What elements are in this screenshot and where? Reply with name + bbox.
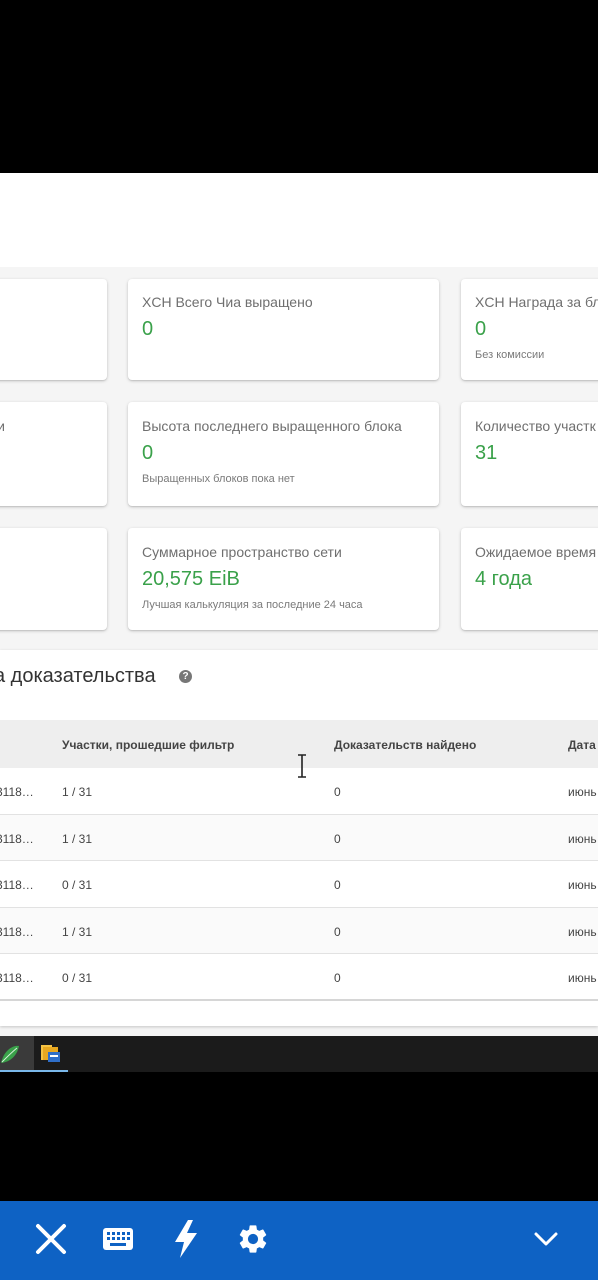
stat-card-partial: и	[0, 402, 107, 506]
table-cell: 3118…	[0, 878, 34, 892]
table-row[interactable]: 3118… 1 / 31 0 июнь	[0, 814, 598, 861]
last-attempted-proof-panel: а доказательства ? Участки, прошедшие фи…	[0, 650, 598, 1026]
stat-card-total-netspace: Суммарное пространство сети 20,575 EiB Л…	[128, 528, 439, 630]
table-divider	[0, 999, 598, 1001]
taskbar-app-chia[interactable]	[0, 1036, 34, 1072]
table-cell: 0	[334, 971, 341, 985]
table-cell: июнь	[568, 785, 597, 799]
card-value: 20,575 EiB	[142, 568, 240, 590]
collapse-toolbar-button[interactable]	[526, 1219, 566, 1259]
card-subtitle: Выращенных блоков пока нет	[142, 473, 295, 485]
table-cell: 1 / 31	[62, 924, 93, 939]
table-cell: 0	[334, 831, 341, 846]
card-title: и	[0, 418, 5, 434]
keyboard-button[interactable]	[98, 1219, 138, 1259]
card-value: 0	[142, 442, 154, 464]
table-cell: 1 / 31	[62, 831, 93, 846]
column-header[interactable]: Участки, прошедшие фильтр	[62, 738, 234, 752]
keyboard-icon	[103, 1228, 133, 1250]
table-cell: 0	[334, 785, 341, 799]
chia-leaf-icon	[1, 1045, 19, 1063]
card-title: XCH Всего Чиа выращено	[142, 294, 313, 310]
close-icon	[36, 1224, 66, 1254]
file-explorer-icon	[41, 1045, 60, 1062]
disconnect-button[interactable]	[31, 1219, 71, 1259]
column-header[interactable]: Доказательств найдено	[334, 738, 476, 752]
card-value: 0	[475, 318, 487, 340]
table-row[interactable]: 3118… 1 / 31 0 июнь	[0, 907, 598, 954]
actions-button[interactable]	[166, 1219, 206, 1259]
table-cell: июнь	[568, 878, 597, 892]
text-cursor-icon	[298, 754, 306, 778]
remote-control-toolbar	[0, 1201, 598, 1280]
table-cell: июнь	[568, 971, 597, 985]
taskbar-app-file-explorer[interactable]	[34, 1036, 68, 1072]
card-title: Количество участк	[475, 418, 596, 434]
card-title: Суммарное пространство сети	[142, 544, 342, 560]
table-cell: июнь	[568, 924, 597, 939]
active-indicator	[0, 1070, 34, 1072]
app-header	[0, 173, 598, 267]
card-subtitle: Без комиссии	[475, 349, 545, 361]
table-row[interactable]: 3118… 0 / 31 0 июнь	[0, 861, 598, 908]
card-title: Высота последнего выращенного блока	[142, 418, 402, 434]
table-cell: июнь	[568, 831, 597, 846]
table-cell: 0 / 31	[62, 878, 93, 892]
table-cell: 3118…	[0, 785, 34, 799]
table-cell: 0	[334, 924, 341, 939]
column-header[interactable]: Дата	[568, 738, 596, 752]
table-cell: 1 / 31	[62, 785, 93, 799]
card-value: 4 года	[475, 568, 533, 590]
table-row[interactable]: 3118… 0 / 31 0 июнь	[0, 954, 598, 1001]
help-icon[interactable]: ?	[179, 670, 192, 683]
lightning-icon	[175, 1220, 197, 1258]
table-cell: 3118…	[0, 924, 34, 939]
taskbar	[0, 1036, 598, 1072]
stat-card-expected-time-to-win: Ожидаемое время 4 года	[461, 528, 598, 630]
stat-card-last-height-farmed: Высота последнего выращенного блока 0 Вы…	[128, 402, 439, 506]
gear-icon	[239, 1225, 267, 1253]
card-value: 31	[475, 442, 498, 464]
stat-card-partial	[0, 279, 107, 380]
stat-card-total-farmed: XCH Всего Чиа выращено 0	[128, 279, 439, 380]
card-value: 0	[142, 318, 154, 340]
card-title: Ожидаемое время	[475, 544, 597, 560]
remote-desktop-viewport[interactable]: XCH Всего Чиа выращено 0 XCH Награда за …	[0, 173, 598, 1072]
card-subtitle: Лучшая калькуляция за последние 24 часа	[142, 599, 363, 611]
card-title: XCH Награда за бл	[475, 294, 598, 310]
table-cell: 3118…	[0, 831, 34, 846]
settings-button[interactable]	[233, 1219, 273, 1259]
chevron-down-icon	[534, 1232, 558, 1246]
table-cell: 3118…	[0, 971, 34, 985]
panel-title: а доказательства	[0, 665, 156, 687]
stat-card-partial	[0, 528, 107, 630]
table-cell: 0	[334, 878, 341, 892]
stat-card-block-rewards: XCH Награда за бл 0 Без комиссии	[461, 279, 598, 380]
table-cell: 0 / 31	[62, 971, 93, 985]
stat-card-plot-count: Количество участк 31	[461, 402, 598, 506]
active-indicator	[34, 1070, 68, 1072]
